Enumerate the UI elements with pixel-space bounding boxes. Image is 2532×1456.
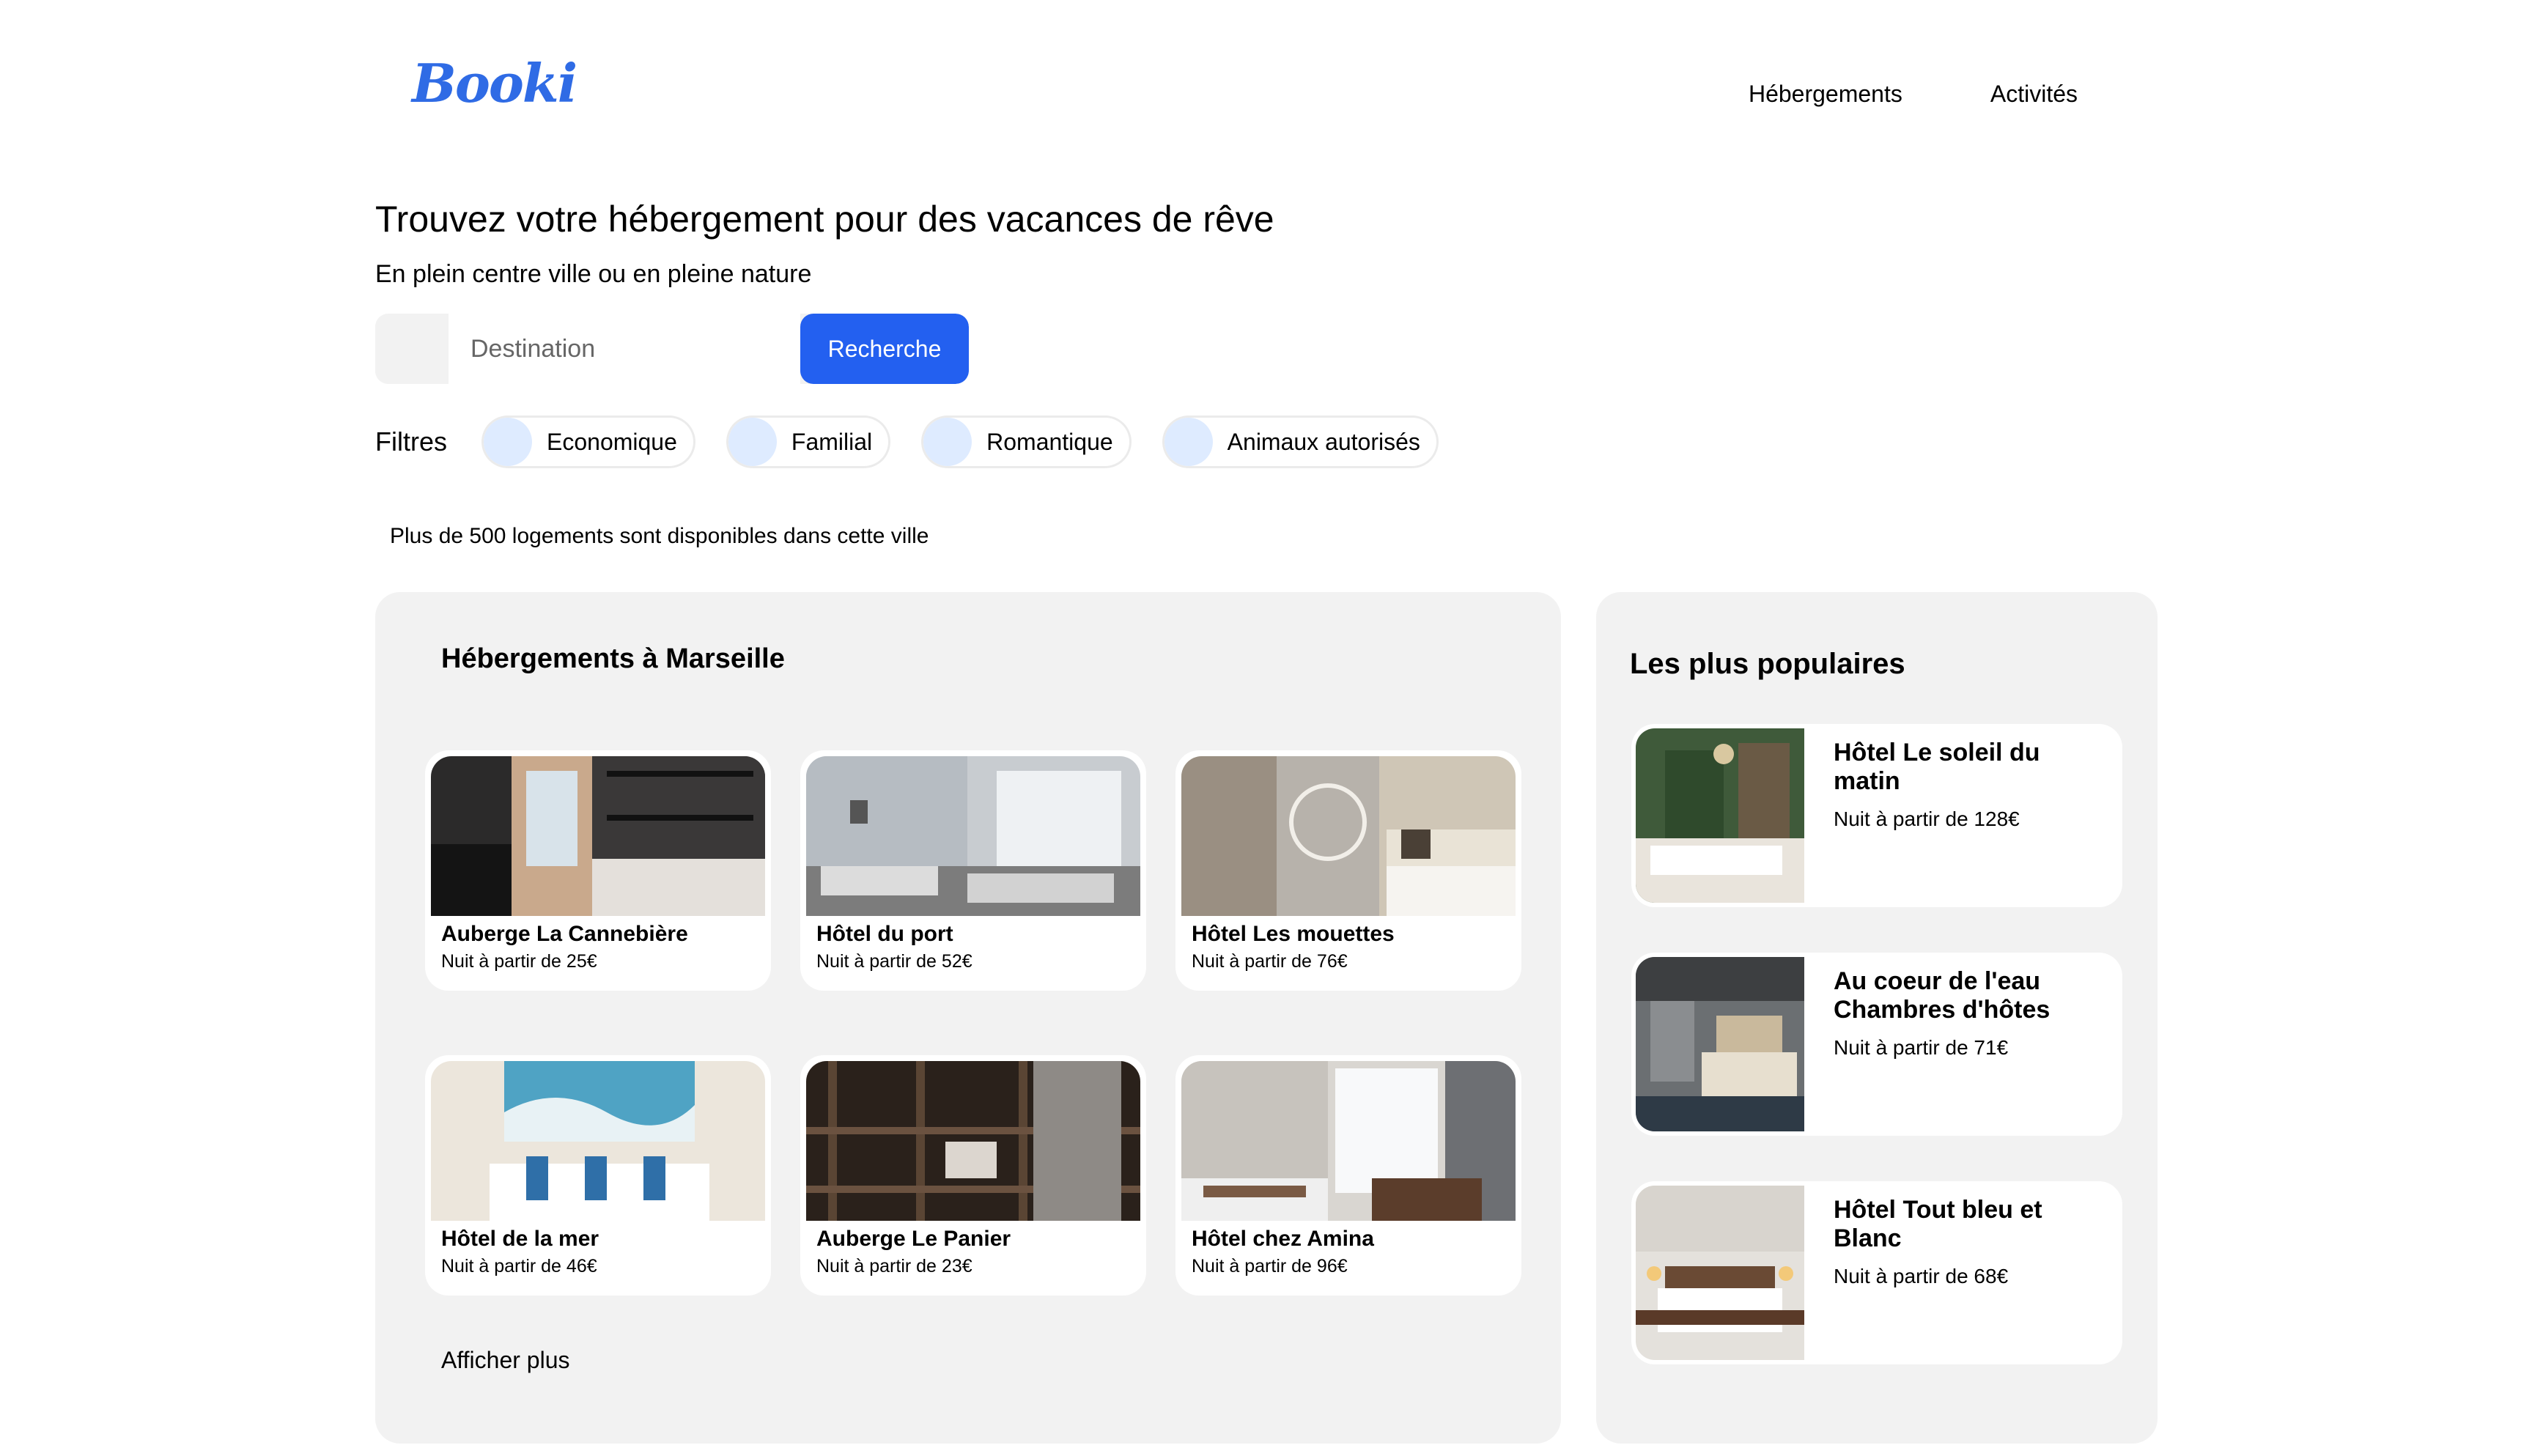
filter-label: Economique	[547, 428, 677, 455]
popular-name: Hôtel Le soleil du matin	[1834, 739, 2040, 796]
accommodation-name: Auberge Le Panier	[816, 1227, 1011, 1251]
accommodation-price: Nuit à partir de 46€	[441, 1256, 597, 1276]
accommodation-card[interactable]: Auberge La Cannebière Nuit à partir de 2…	[425, 750, 771, 991]
accommodation-price: Nuit à partir de 76€	[1192, 951, 1348, 972]
filter-romantique[interactable]: Romantique	[923, 418, 1129, 466]
accommodation-name: Hôtel de la mer	[441, 1227, 599, 1251]
accommodation-card[interactable]: Hôtel Les mouettes Nuit à partir de 76€	[1175, 750, 1521, 991]
popular-card[interactable]: Hôtel Tout bleu et Blanc Nuit à partir d…	[1631, 1181, 2122, 1364]
popular-photo	[1636, 728, 1804, 903]
accommodation-card[interactable]: Hôtel du port Nuit à partir de 52€	[800, 750, 1146, 991]
nav-activites[interactable]: Activités	[1990, 81, 2078, 108]
accommodations-title: Hébergements à Marseille	[441, 643, 785, 674]
popular-title: Les plus populaires	[1630, 648, 1905, 680]
filters-label: Filtres	[375, 426, 447, 457]
filter-label: Animaux autorisés	[1227, 428, 1420, 455]
location-icon	[375, 314, 449, 384]
accommodation-name: Hôtel chez Amina	[1192, 1227, 1374, 1251]
popular-card[interactable]: Hôtel Le soleil du matin Nuit à partir d…	[1631, 724, 2122, 907]
filter-familial[interactable]: Familial	[728, 418, 889, 466]
money-icon	[484, 418, 532, 466]
accommodation-name: Hôtel Les mouettes	[1192, 922, 1395, 946]
accommodation-photo	[1181, 1061, 1516, 1221]
search-button[interactable]: Recherche	[800, 314, 969, 384]
popular-photo	[1636, 1186, 1804, 1360]
filter-animaux[interactable]: Animaux autorisés	[1164, 418, 1436, 466]
destination-input[interactable]	[449, 314, 800, 384]
filter-label: Familial	[791, 428, 873, 455]
paw-icon	[1164, 418, 1213, 466]
accommodation-card[interactable]: Auberge Le Panier Nuit à partir de 23€	[800, 1055, 1146, 1296]
popular-price: Nuit à partir de 71€	[1834, 1036, 2009, 1059]
header: Booki Hébergements Activités	[0, 0, 2532, 161]
show-more-link[interactable]: Afficher plus	[441, 1347, 570, 1374]
filter-label: Romantique	[986, 428, 1113, 455]
hero-subtitle: En plein centre ville ou en pleine natur…	[375, 260, 812, 288]
popular-price: Nuit à partir de 128€	[1834, 808, 2020, 830]
accommodation-name: Hôtel du port	[816, 922, 953, 946]
accommodation-price: Nuit à partir de 52€	[816, 951, 972, 972]
accommodation-price: Nuit à partir de 23€	[816, 1256, 972, 1276]
heart-icon	[923, 418, 972, 466]
popular-price: Nuit à partir de 68€	[1834, 1265, 2009, 1287]
nav-hebergements[interactable]: Hébergements	[1749, 81, 1902, 108]
accommodation-photo	[431, 756, 765, 916]
popular-card[interactable]: Au coeur de l'eau Chambres d'hôtes Nuit …	[1631, 953, 2122, 1136]
accommodation-price: Nuit à partir de 96€	[1192, 1256, 1348, 1276]
popular-name: Au coeur de l'eau Chambres d'hôtes	[1834, 967, 2051, 1024]
child-icon	[728, 418, 777, 466]
accommodation-photo	[431, 1061, 765, 1221]
main-nav: Hébergements Activités	[1749, 81, 2078, 108]
availability-info: Plus de 500 logements sont disponibles d…	[390, 524, 929, 548]
accommodation-photo	[806, 756, 1140, 916]
search-bar: Recherche	[375, 314, 969, 384]
popular-photo	[1636, 957, 1804, 1131]
hero-title: Trouvez votre hébergement pour des vacan…	[375, 199, 1274, 240]
accommodation-card[interactable]: Hôtel de la mer Nuit à partir de 46€	[425, 1055, 771, 1296]
accommodation-card[interactable]: Hôtel chez Amina Nuit à partir de 96€	[1175, 1055, 1521, 1296]
accommodation-photo	[806, 1061, 1140, 1221]
accommodation-name: Auberge La Cannebière	[441, 922, 688, 946]
popular-section: Les plus populaires Hôtel Le soleil du m…	[1596, 592, 2158, 1444]
booki-logo[interactable]: Booki	[412, 57, 577, 110]
accommodations-section: Hébergements à Marseille Auberge La Cann…	[375, 592, 1561, 1444]
filter-economique[interactable]: Economique	[484, 418, 693, 466]
filters: Filtres Economique Familial Romantique A…	[375, 418, 1472, 466]
accommodation-price: Nuit à partir de 25€	[441, 951, 597, 972]
accommodation-photo	[1181, 756, 1516, 916]
popular-name: Hôtel Tout bleu et Blanc	[1834, 1196, 2042, 1253]
